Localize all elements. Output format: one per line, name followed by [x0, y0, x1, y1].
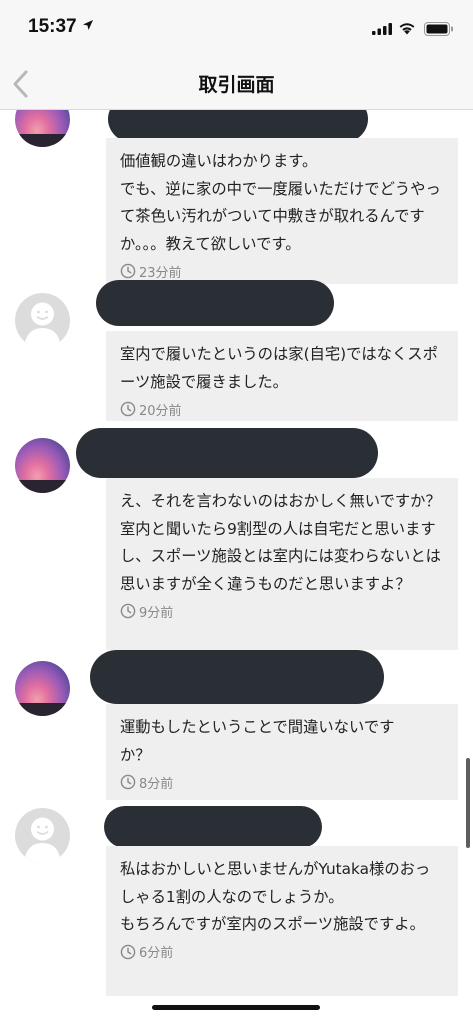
default-user-icon	[24, 817, 61, 863]
clock-icon	[120, 401, 136, 417]
message-bubble: 運動もしたということで間違いないですか？ 8分前	[106, 704, 458, 800]
status-time: 15:37	[28, 16, 77, 37]
redacted-username	[96, 280, 334, 326]
message-timestamp: 6分前	[120, 942, 444, 962]
message-text: え、それを言わないのはおかしく無いですか？室内と聞いたら9割型の人は自宅だと思い…	[120, 492, 441, 593]
message-time-label: 20分前	[139, 403, 182, 419]
message-time-label: 8分前	[139, 776, 174, 792]
sunset-photo-avatar[interactable]	[15, 438, 70, 493]
message-bubble: え、それを言わないのはおかしく無いですか？室内と聞いたら9割型の人は自宅だと思い…	[106, 478, 458, 650]
message-time-label: 9分前	[139, 605, 174, 621]
redacted-username	[104, 806, 322, 848]
message-time-label: 6分前	[139, 946, 174, 961]
message-timestamp: 8分前	[120, 772, 444, 792]
message-bubble: 価値観の違いはわかります。 でも、逆に家の中で一度履いただけでどうやって茶色い汚…	[106, 138, 458, 284]
nav-bar: 取引画面	[0, 58, 473, 110]
clock-icon	[120, 944, 136, 959]
message-bubble: 室内で履いたというのは家(自宅)ではなくスポーツ施設で履きました。 20分前	[106, 331, 458, 421]
scrollbar[interactable]	[466, 758, 470, 848]
page-title: 取引画面	[198, 74, 275, 96]
message-text: 運動もしたということで間違いないですか？	[120, 718, 395, 764]
sunset-photo-avatar[interactable]	[15, 661, 70, 716]
sunset-photo-avatar[interactable]	[15, 110, 70, 147]
message-text: 価値観の違いはわかります。 でも、逆に家の中で一度履いただけでどうやって茶色い汚…	[120, 152, 441, 253]
clock-icon	[120, 603, 136, 619]
message-bubble: 私はおかしいと思いませんがYutaka様のおっしゃる1割の人なのでしょうか。 も…	[106, 846, 458, 996]
clock-icon	[120, 774, 136, 790]
message-timestamp: 9分前	[120, 601, 444, 621]
message-time-label: 23分前	[139, 265, 182, 281]
cellular-signal-icon	[372, 23, 392, 35]
message-text: 室内で履いたというのは家(自宅)ではなくスポーツ施設で履きました。	[120, 345, 438, 391]
default-user-avatar[interactable]	[15, 293, 70, 348]
redacted-username	[90, 650, 384, 704]
location-arrow-icon	[83, 20, 93, 30]
clock-icon	[120, 263, 136, 279]
home-indicator[interactable]	[152, 1005, 320, 1010]
wifi-icon	[399, 23, 415, 35]
battery-icon	[424, 22, 453, 36]
message-timestamp: 23分前	[120, 261, 444, 281]
default-user-avatar[interactable]	[15, 808, 70, 863]
message-text: 私はおかしいと思いませんがYutaka様のおっしゃる1割の人なのでしょうか。 も…	[120, 860, 431, 933]
status-bar: 15:37	[0, 0, 473, 58]
chat-message-list[interactable]: 価値観の違いはわかります。 でも、逆に家の中で一度履いただけでどうやって茶色い汚…	[0, 110, 473, 1008]
redacted-username	[76, 428, 378, 478]
default-user-icon	[24, 302, 61, 348]
message-timestamp: 20分前	[120, 399, 444, 419]
